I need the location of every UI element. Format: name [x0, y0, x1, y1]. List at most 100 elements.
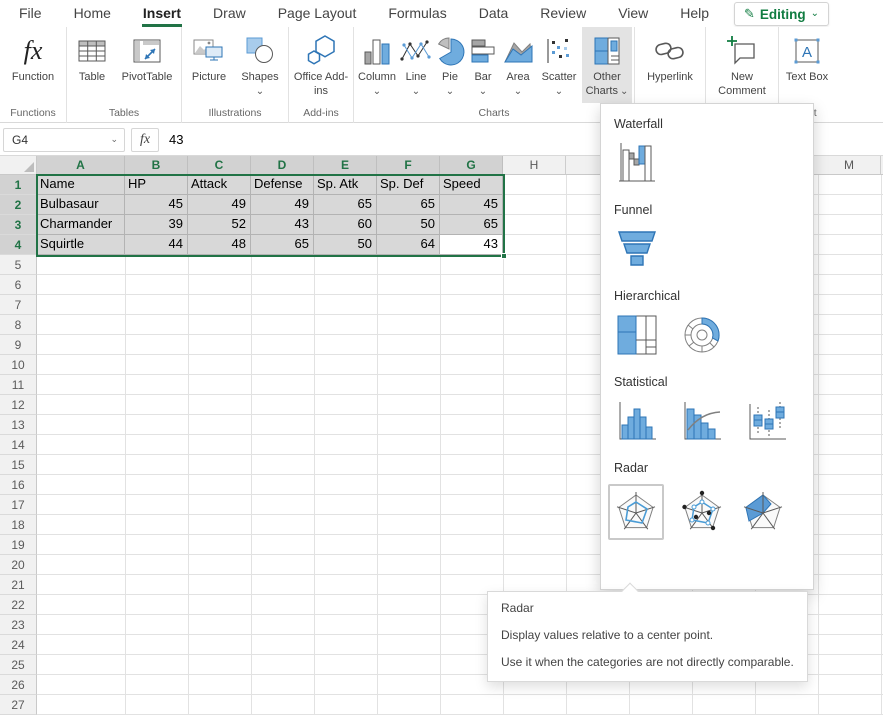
- row-header-20[interactable]: 20: [0, 555, 37, 575]
- cell-E4[interactable]: 50: [314, 235, 377, 255]
- picture-button[interactable]: Picture: [184, 27, 234, 103]
- column-header-A[interactable]: A: [37, 156, 125, 175]
- cell-G3[interactable]: 65: [440, 215, 503, 235]
- cell-A3[interactable]: Charmander: [37, 215, 125, 235]
- row-header-3[interactable]: 3: [0, 215, 37, 235]
- row-header-22[interactable]: 22: [0, 595, 37, 615]
- column-header-G[interactable]: G: [440, 156, 503, 175]
- hyperlink-button[interactable]: Hyperlink: [637, 27, 703, 103]
- column-header-B[interactable]: B: [125, 156, 188, 175]
- row-header-24[interactable]: 24: [0, 635, 37, 655]
- row-header-14[interactable]: 14: [0, 435, 37, 455]
- row-header-27[interactable]: 27: [0, 695, 37, 715]
- tab-review[interactable]: Review: [539, 0, 587, 27]
- editing-mode-button[interactable]: ✎ Editing ⌄: [734, 2, 829, 26]
- cell-B3[interactable]: 39: [125, 215, 188, 235]
- tab-page-layout[interactable]: Page Layout: [277, 0, 358, 27]
- tab-view[interactable]: View: [617, 0, 649, 27]
- row-header-16[interactable]: 16: [0, 475, 37, 495]
- row-header-7[interactable]: 7: [0, 295, 37, 315]
- row-header-2[interactable]: 2: [0, 195, 37, 215]
- tab-formulas[interactable]: Formulas: [387, 0, 447, 27]
- row-header-13[interactable]: 13: [0, 415, 37, 435]
- radar-chart-item-selected[interactable]: [608, 484, 664, 540]
- other-charts-button[interactable]: Other Charts⌄: [582, 27, 632, 103]
- name-box[interactable]: G4 ⌄: [3, 128, 125, 152]
- tab-help[interactable]: Help: [679, 0, 710, 27]
- column-header-H[interactable]: H: [503, 156, 566, 175]
- cell-B4[interactable]: 44: [125, 235, 188, 255]
- cell-G2[interactable]: 45: [440, 195, 503, 215]
- column-header-F[interactable]: F: [377, 156, 440, 175]
- office-addins-button[interactable]: Office Add-ins: [291, 27, 351, 103]
- column-chart-button[interactable]: Column ⌄: [356, 27, 398, 103]
- row-header-21[interactable]: 21: [0, 575, 37, 595]
- line-chart-button[interactable]: Line ⌄: [398, 27, 434, 103]
- histogram-chart-item[interactable]: [614, 398, 660, 444]
- column-header-E[interactable]: E: [314, 156, 377, 175]
- tab-file[interactable]: File: [18, 0, 43, 27]
- row-header-12[interactable]: 12: [0, 395, 37, 415]
- row-header-15[interactable]: 15: [0, 455, 37, 475]
- cell-B2[interactable]: 45: [125, 195, 188, 215]
- cell-A1[interactable]: Name: [37, 175, 125, 195]
- new-comment-button[interactable]: New Comment: [708, 27, 776, 103]
- tab-data[interactable]: Data: [478, 0, 510, 27]
- row-header-9[interactable]: 9: [0, 335, 37, 355]
- cell-F3[interactable]: 50: [377, 215, 440, 235]
- cell-F1[interactable]: Sp. Def: [377, 175, 440, 195]
- row-header-6[interactable]: 6: [0, 275, 37, 295]
- filled-radar-chart-item[interactable]: [740, 489, 786, 535]
- select-all-corner[interactable]: [0, 156, 37, 175]
- table-button[interactable]: Table: [69, 27, 115, 103]
- row-header-10[interactable]: 10: [0, 355, 37, 375]
- cell-E1[interactable]: Sp. Atk: [314, 175, 377, 195]
- cell-C2[interactable]: 49: [188, 195, 251, 215]
- cell-D1[interactable]: Defense: [251, 175, 314, 195]
- treemap-chart-item[interactable]: [614, 312, 660, 358]
- row-header-11[interactable]: 11: [0, 375, 37, 395]
- text-box-button[interactable]: A Text Box: [781, 27, 833, 103]
- column-header-D[interactable]: D: [251, 156, 314, 175]
- cell-G4-active[interactable]: 43: [440, 235, 503, 255]
- cell-A2[interactable]: Bulbasaur: [37, 195, 125, 215]
- waterfall-chart-item[interactable]: [614, 140, 660, 186]
- cell-B1[interactable]: HP: [125, 175, 188, 195]
- radar-markers-chart-item[interactable]: [679, 489, 725, 535]
- row-header-5[interactable]: 5: [0, 255, 37, 275]
- row-header-25[interactable]: 25: [0, 655, 37, 675]
- row-header-8[interactable]: 8: [0, 315, 37, 335]
- column-header-C[interactable]: C: [188, 156, 251, 175]
- tab-draw[interactable]: Draw: [212, 0, 247, 27]
- cell-D2[interactable]: 49: [251, 195, 314, 215]
- cell-C3[interactable]: 52: [188, 215, 251, 235]
- column-header-M[interactable]: M: [818, 156, 881, 175]
- cell-E3[interactable]: 60: [314, 215, 377, 235]
- cell-E2[interactable]: 65: [314, 195, 377, 215]
- row-header-26[interactable]: 26: [0, 675, 37, 695]
- cell-A4[interactable]: Squirtle: [37, 235, 125, 255]
- sunburst-chart-item[interactable]: [679, 312, 725, 358]
- sheet-grid-column-a[interactable]: [37, 175, 124, 715]
- pie-chart-button[interactable]: Pie ⌄: [434, 27, 466, 103]
- tab-insert[interactable]: Insert: [142, 0, 182, 27]
- row-header-17[interactable]: 17: [0, 495, 37, 515]
- row-header-19[interactable]: 19: [0, 535, 37, 555]
- row-header-23[interactable]: 23: [0, 615, 37, 635]
- pivottable-button[interactable]: PivotTable: [115, 27, 179, 103]
- cell-G1[interactable]: Speed: [440, 175, 503, 195]
- row-header-1[interactable]: 1: [0, 175, 37, 195]
- cell-F4[interactable]: 64: [377, 235, 440, 255]
- cell-C4[interactable]: 48: [188, 235, 251, 255]
- cell-C1[interactable]: Attack: [188, 175, 251, 195]
- cell-D3[interactable]: 43: [251, 215, 314, 235]
- tab-home[interactable]: Home: [73, 0, 112, 27]
- cell-F2[interactable]: 65: [377, 195, 440, 215]
- function-button[interactable]: fx Function: [2, 27, 64, 103]
- scatter-chart-button[interactable]: Scatter ⌄: [536, 27, 582, 103]
- row-header-18[interactable]: 18: [0, 515, 37, 535]
- box-whisker-chart-item[interactable]: [744, 398, 790, 444]
- funnel-chart-item[interactable]: [614, 226, 660, 272]
- row-header-4[interactable]: 4: [0, 235, 37, 255]
- cell-D4[interactable]: 65: [251, 235, 314, 255]
